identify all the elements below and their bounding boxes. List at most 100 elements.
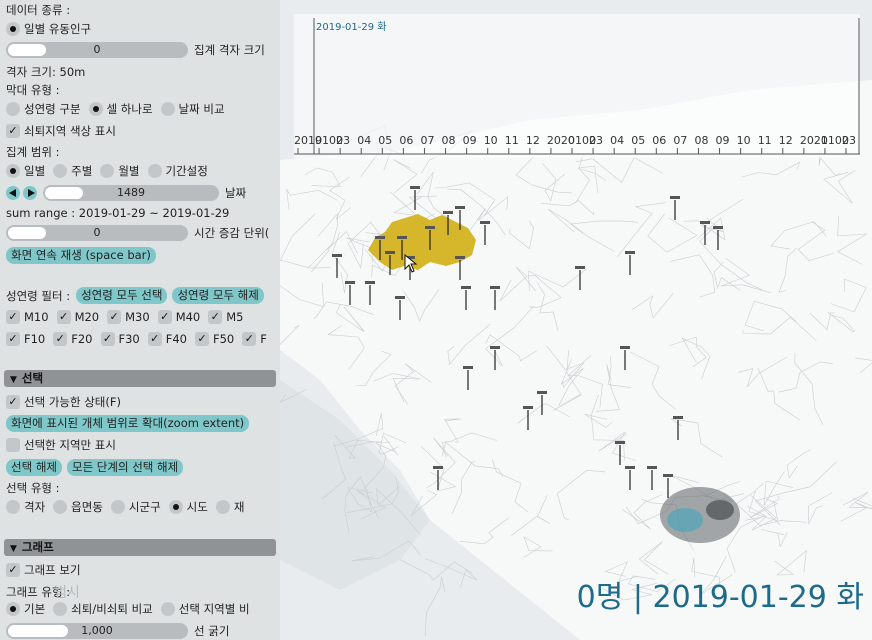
radio-icon[interactable] (168, 500, 183, 514)
option-label: 셀 하나로 (106, 102, 153, 116)
checkmark-icon[interactable]: ✓ (208, 310, 223, 324)
graph-type-decline-compare[interactable]: 쇠퇴/비쇠퇴 비교 (53, 601, 153, 617)
age-checkbox-label: F50 (213, 332, 235, 346)
age-checkbox-f40[interactable]: ✓ F40 (147, 332, 187, 346)
prev-date-button[interactable] (6, 186, 20, 200)
data-type-option[interactable]: 일별 유동인구 (6, 21, 91, 37)
select-type-other[interactable]: 재 (215, 499, 244, 515)
play-button[interactable]: 화면 연속 재생 (space bar) (6, 247, 156, 264)
age-checkbox-label: F (260, 332, 267, 346)
time-inc-slider[interactable]: 0 (6, 225, 188, 241)
timeline-chart[interactable]: 2019 0102 03 04 05 06 07 08 09 10 11 12 2020 0102 03 04… (294, 14, 860, 158)
radio-icon[interactable] (6, 500, 20, 514)
radio-icon[interactable] (6, 602, 20, 616)
map-pin-label (523, 406, 533, 409)
age-checkbox-m40[interactable]: ✓ M40 (157, 310, 200, 324)
timeline-tick-label: 05 (378, 134, 392, 147)
map-pin-label (345, 281, 355, 284)
age-filter-row: 성연령 필터 : 성연령 모두 선택 성연령 모두 해제 (6, 287, 269, 304)
selectable-checkbox[interactable]: ✓ 선택 가능한 상태(F) (6, 394, 121, 410)
checkmark-icon[interactable]: ✓ (147, 332, 162, 346)
radio-icon[interactable] (100, 164, 115, 178)
date-row: 1489 날짜 (6, 185, 246, 201)
radio-icon[interactable] (53, 500, 68, 514)
radio-icon[interactable] (160, 102, 175, 116)
decline-color-checkbox[interactable]: ✓ 쇠퇴지역 색상 표시 (6, 123, 116, 139)
checkmark-icon[interactable]: ✓ (6, 563, 20, 577)
map-pin-label (455, 256, 465, 259)
agg-range-label: 집계 범위 : (6, 145, 60, 159)
timeline-tick-label: 10 (737, 134, 751, 147)
age-checkbox-label: M20 (74, 310, 100, 324)
checkmark-icon[interactable]: ✓ (6, 124, 20, 138)
age-checkbox-m5[interactable]: ✓ M5 (208, 310, 244, 324)
graph-type-basic[interactable]: 기본 (6, 601, 45, 617)
age-checkbox-m20[interactable]: ✓ M20 (56, 310, 100, 324)
bar-type-option-sex-age[interactable]: 성연령 구분 (6, 101, 81, 117)
line-width-slider[interactable]: 1,000 (6, 623, 188, 639)
age-checkbox-f20[interactable]: ✓ F20 (53, 332, 93, 346)
radio-icon[interactable] (6, 22, 20, 36)
radio-icon[interactable] (6, 102, 20, 116)
collapse-triangle-icon[interactable]: ▼ (10, 544, 17, 554)
age-checkbox-f50[interactable]: ✓ F50 (195, 332, 234, 346)
checkmark-icon[interactable]: ✓ (53, 332, 68, 346)
agg-range-custom[interactable]: 기간설정 (147, 163, 208, 179)
checkmark-icon[interactable]: ✓ (107, 310, 122, 324)
radio-icon[interactable] (88, 102, 103, 116)
radio-icon[interactable] (147, 164, 162, 178)
radio-icon[interactable] (160, 602, 175, 616)
zoom-extent-button[interactable]: 화면에 표시된 개체 범위로 확대(zoom extent) (6, 415, 250, 432)
agg-range-monthly[interactable]: 월별 (100, 163, 140, 179)
radio-icon[interactable] (53, 164, 68, 178)
checkmark-icon[interactable]: ✓ (242, 332, 257, 346)
select-type-sido[interactable]: 시도 (168, 499, 208, 515)
age-checkbox-f30[interactable]: ✓ F30 (100, 332, 140, 346)
date-slider-value: 1489 (117, 186, 145, 199)
graph-type-by-region[interactable]: 선택 지역별 비 (160, 601, 250, 617)
age-checkbox-m30[interactable]: ✓ M30 (107, 310, 150, 324)
line-width-value: 1,000 (81, 624, 113, 637)
select-type-sigungu[interactable]: 시군구 (110, 499, 161, 515)
agg-range-daily[interactable]: 일별 (6, 163, 45, 179)
agg-range-weekly[interactable]: 주별 (53, 163, 92, 179)
select-type-eupmyeondong[interactable]: 읍면동 (53, 499, 103, 515)
show-graph-checkbox[interactable]: ✓ 그래프 보기 (6, 562, 81, 578)
agg-grid-label: 집계 격자 크기 (194, 43, 265, 57)
checkmark-icon[interactable]: ✓ (6, 395, 20, 409)
checkmark-icon[interactable]: ✓ (6, 332, 20, 346)
selected-only-checkbox[interactable]: 선택한 지역만 표시 (6, 437, 116, 453)
timeline-tick-label: 12 (526, 134, 540, 147)
checkmark-icon[interactable]: ✓ (195, 332, 209, 346)
checkmark-icon[interactable]: ✓ (6, 310, 20, 324)
sum-range-text: sum range : 2019-01-29 ~ 2019-01-29 (6, 206, 230, 220)
date-slider[interactable]: 1489 (43, 185, 219, 201)
status-overlay-text: 0명 | 2019-01-29 화 (576, 580, 864, 615)
clear-selection-button[interactable]: 선택 해제 (6, 459, 62, 476)
checkbox-icon[interactable] (6, 438, 20, 452)
timeline-tick-label: 03 (589, 134, 603, 147)
radio-icon[interactable] (215, 500, 230, 514)
clear-all-levels-button[interactable]: 모든 단계의 선택 해제 (66, 459, 184, 476)
bar-type-options: 성연령 구분 셀 하나로 날짜 비교 (6, 101, 233, 117)
checkmark-icon[interactable]: ✓ (157, 310, 172, 324)
bar-type-option-date-compare[interactable]: 날짜 비교 (160, 101, 225, 117)
radio-icon[interactable] (110, 500, 125, 514)
collapse-triangle-icon[interactable]: ▼ (10, 375, 17, 385)
radio-icon[interactable] (6, 164, 20, 178)
map-pin-label (490, 346, 500, 349)
age-checkbox-f10[interactable]: ✓ F10 (6, 332, 45, 346)
select-type-grid[interactable]: 격자 (6, 499, 45, 515)
radio-icon[interactable] (53, 602, 68, 616)
deselect-all-age-button[interactable]: 성연령 모두 해제 (172, 287, 264, 304)
checkmark-icon[interactable]: ✓ (56, 310, 71, 324)
checkmark-icon[interactable]: ✓ (100, 332, 115, 346)
selection-section-header[interactable]: ▼ 선택 (4, 370, 276, 387)
graph-section-header[interactable]: ▼ 그래프 (4, 539, 276, 556)
next-date-button[interactable] (23, 186, 37, 200)
select-all-age-button[interactable]: 성연령 모두 선택 (76, 287, 168, 304)
age-checkbox-m10[interactable]: ✓ M10 (6, 310, 49, 324)
age-checkbox-f[interactable]: ✓ F (242, 332, 267, 346)
bar-type-option-single-cell[interactable]: 셀 하나로 (88, 101, 153, 117)
agg-grid-slider[interactable]: 0 (6, 42, 188, 58)
